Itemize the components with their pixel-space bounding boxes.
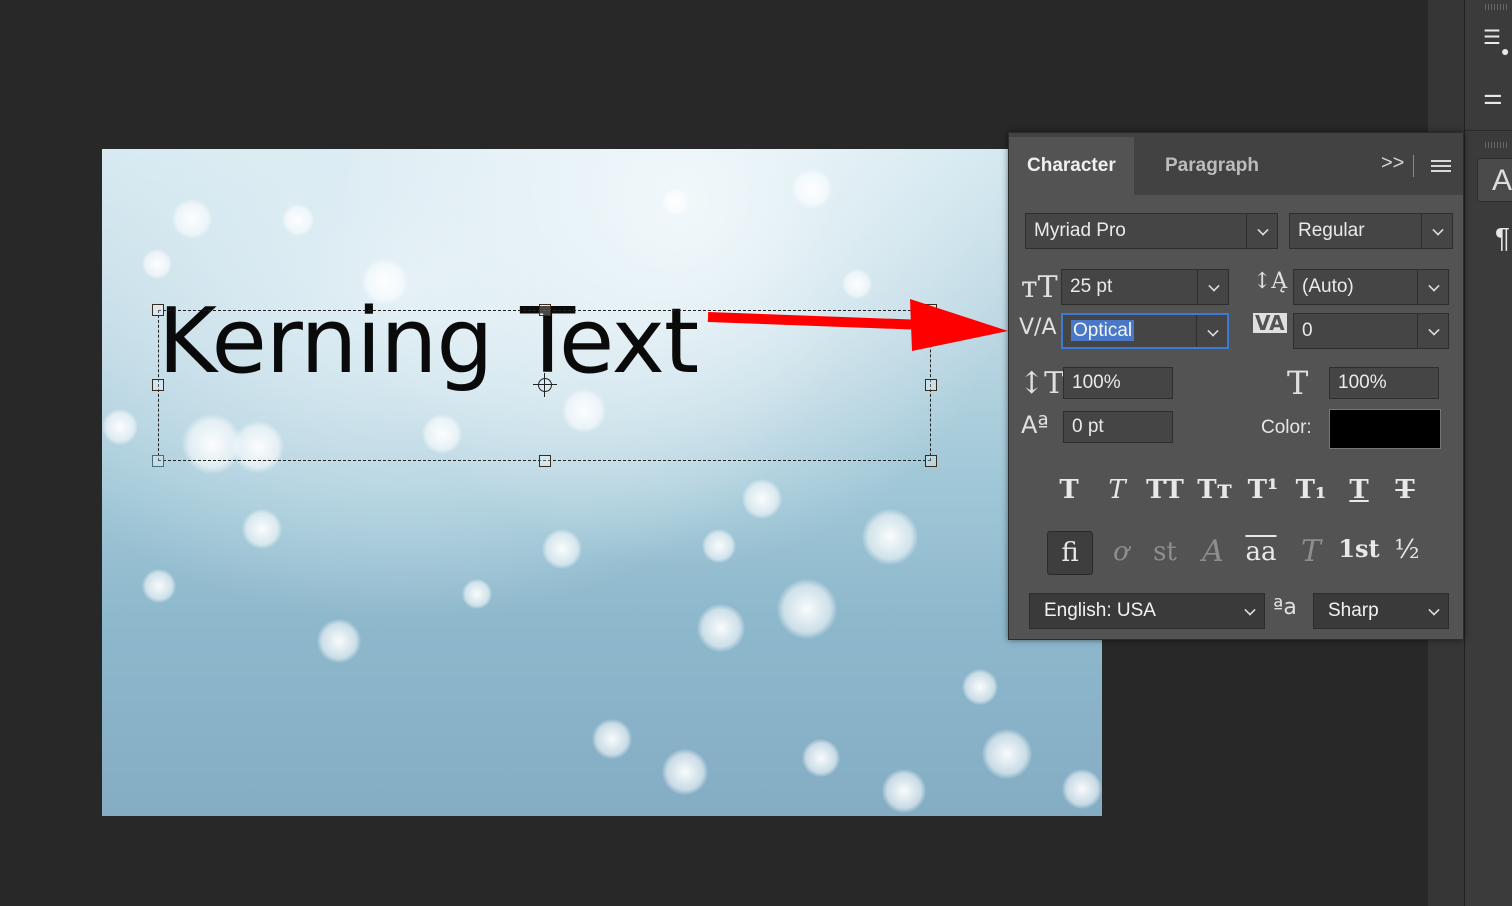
- vertical-scale-icon: ↕T: [1019, 366, 1065, 401]
- panel-tab-bar: Character Paragraph >>: [1009, 133, 1463, 195]
- all-caps-button[interactable]: TT: [1145, 477, 1185, 503]
- language-value: English: USA: [1044, 600, 1156, 621]
- chevron-down-icon: [1208, 280, 1220, 292]
- faux-bold-button[interactable]: T: [1049, 477, 1089, 503]
- tab-divider: [1413, 155, 1414, 177]
- red-arrow-annotation: [707, 299, 1008, 351]
- font-style-select[interactable]: Regular: [1289, 213, 1453, 249]
- old-style-button[interactable]: ơ: [1101, 539, 1141, 565]
- paragraph-panel-icon[interactable]: ¶: [1495, 224, 1510, 252]
- horizontal-scale-field[interactable]: 100%: [1329, 367, 1439, 399]
- leading-icon: ↕Ą: [1253, 269, 1288, 294]
- font-size-value: 25 pt: [1070, 276, 1113, 297]
- antialias-value: Sharp: [1328, 600, 1379, 621]
- antialias-icon: ªa: [1273, 595, 1297, 620]
- bbox-handle-top-left[interactable]: [152, 304, 164, 316]
- font-family-value: Myriad Pro: [1034, 220, 1126, 241]
- collapse-panel-icon[interactable]: >>: [1381, 153, 1404, 173]
- color-label: Color:: [1261, 417, 1312, 438]
- list-icon[interactable]: ☰: [1483, 28, 1501, 48]
- chevron-down-icon: [1432, 224, 1444, 236]
- horizontal-scale-icon: T: [1287, 364, 1309, 402]
- baseline-shift-icon: Aª: [1021, 411, 1049, 439]
- tracking-icon: VA: [1253, 311, 1287, 335]
- vertical-scale-field[interactable]: 100%: [1063, 367, 1173, 399]
- right-panel-dock: ☰ ● ⚌ A ¶: [1464, 0, 1512, 906]
- swash-button[interactable]: A: [1193, 537, 1233, 567]
- kerning-value: Optical: [1071, 320, 1135, 341]
- chevron-down-icon: [1428, 280, 1440, 292]
- underline-button[interactable]: T: [1339, 477, 1379, 503]
- brush-icon[interactable]: ●: [1501, 44, 1509, 58]
- bbox-handle-top-middle[interactable]: [539, 304, 551, 316]
- bbox-handle-middle-left[interactable]: [152, 379, 164, 391]
- ligatures-button[interactable]: fi: [1047, 531, 1093, 575]
- ordinals-button[interactable]: 1st: [1335, 537, 1383, 561]
- dock-grip[interactable]: [1485, 4, 1509, 10]
- chevron-down-icon: [1207, 325, 1219, 337]
- document-canvas[interactable]: Kerning Text: [102, 149, 1102, 816]
- photoshop-workspace: Kerning Text ☰ ● ⚌ A ¶ Character Paragra…: [0, 0, 1512, 906]
- strikethrough-button[interactable]: T: [1385, 477, 1425, 503]
- superscript-button[interactable]: T¹: [1243, 477, 1283, 503]
- character-panel-button[interactable]: A: [1477, 158, 1512, 202]
- kerning-field[interactable]: Optical: [1061, 313, 1229, 349]
- fractions-button[interactable]: ½: [1387, 537, 1427, 563]
- character-panel: Character Paragraph >> Myriad Pro Regula…: [1008, 132, 1464, 640]
- faux-italic-button[interactable]: T: [1097, 477, 1137, 503]
- chevron-down-icon: [1428, 324, 1440, 336]
- reference-point-icon[interactable]: [533, 373, 557, 397]
- adjustments-icon[interactable]: ⚌: [1483, 86, 1503, 108]
- chevron-down-icon: [1257, 224, 1269, 236]
- chevron-down-icon: [1244, 604, 1256, 616]
- discretionary-ligatures-button[interactable]: st: [1145, 539, 1185, 565]
- tab-paragraph[interactable]: Paragraph: [1147, 137, 1277, 195]
- text-color-swatch[interactable]: [1329, 409, 1441, 449]
- bbox-handle-middle-right[interactable]: [925, 379, 937, 391]
- leading-field[interactable]: (Auto): [1293, 269, 1449, 305]
- baseline-shift-field[interactable]: 0 pt: [1063, 411, 1173, 443]
- bbox-handle-bottom-left[interactable]: [152, 455, 164, 467]
- antialias-select[interactable]: Sharp: [1313, 593, 1449, 629]
- titling-alternates-button[interactable]: T: [1291, 537, 1331, 567]
- dock-grip-2[interactable]: [1485, 142, 1509, 148]
- font-size-field[interactable]: 25 pt: [1061, 269, 1229, 305]
- panel-menu-icon[interactable]: [1431, 160, 1451, 172]
- font-size-icon: ᴛT: [1021, 270, 1058, 305]
- bbox-handle-bottom-middle[interactable]: [539, 455, 551, 467]
- tab-character[interactable]: Character: [1009, 137, 1134, 195]
- bbox-handle-bottom-right[interactable]: [925, 455, 937, 467]
- subscript-button[interactable]: T₁: [1291, 477, 1331, 503]
- kerning-icon: V/A: [1019, 315, 1057, 340]
- chevron-down-icon: [1428, 604, 1440, 616]
- language-select[interactable]: English: USA: [1029, 593, 1265, 629]
- tracking-value: 0: [1302, 320, 1313, 341]
- font-family-select[interactable]: Myriad Pro: [1025, 213, 1278, 249]
- font-style-value: Regular: [1298, 220, 1365, 241]
- tracking-field[interactable]: 0: [1293, 313, 1449, 349]
- stylistic-alternates-button[interactable]: aa: [1241, 539, 1281, 565]
- leading-value: (Auto): [1302, 276, 1354, 297]
- small-caps-button[interactable]: Tт: [1195, 477, 1235, 503]
